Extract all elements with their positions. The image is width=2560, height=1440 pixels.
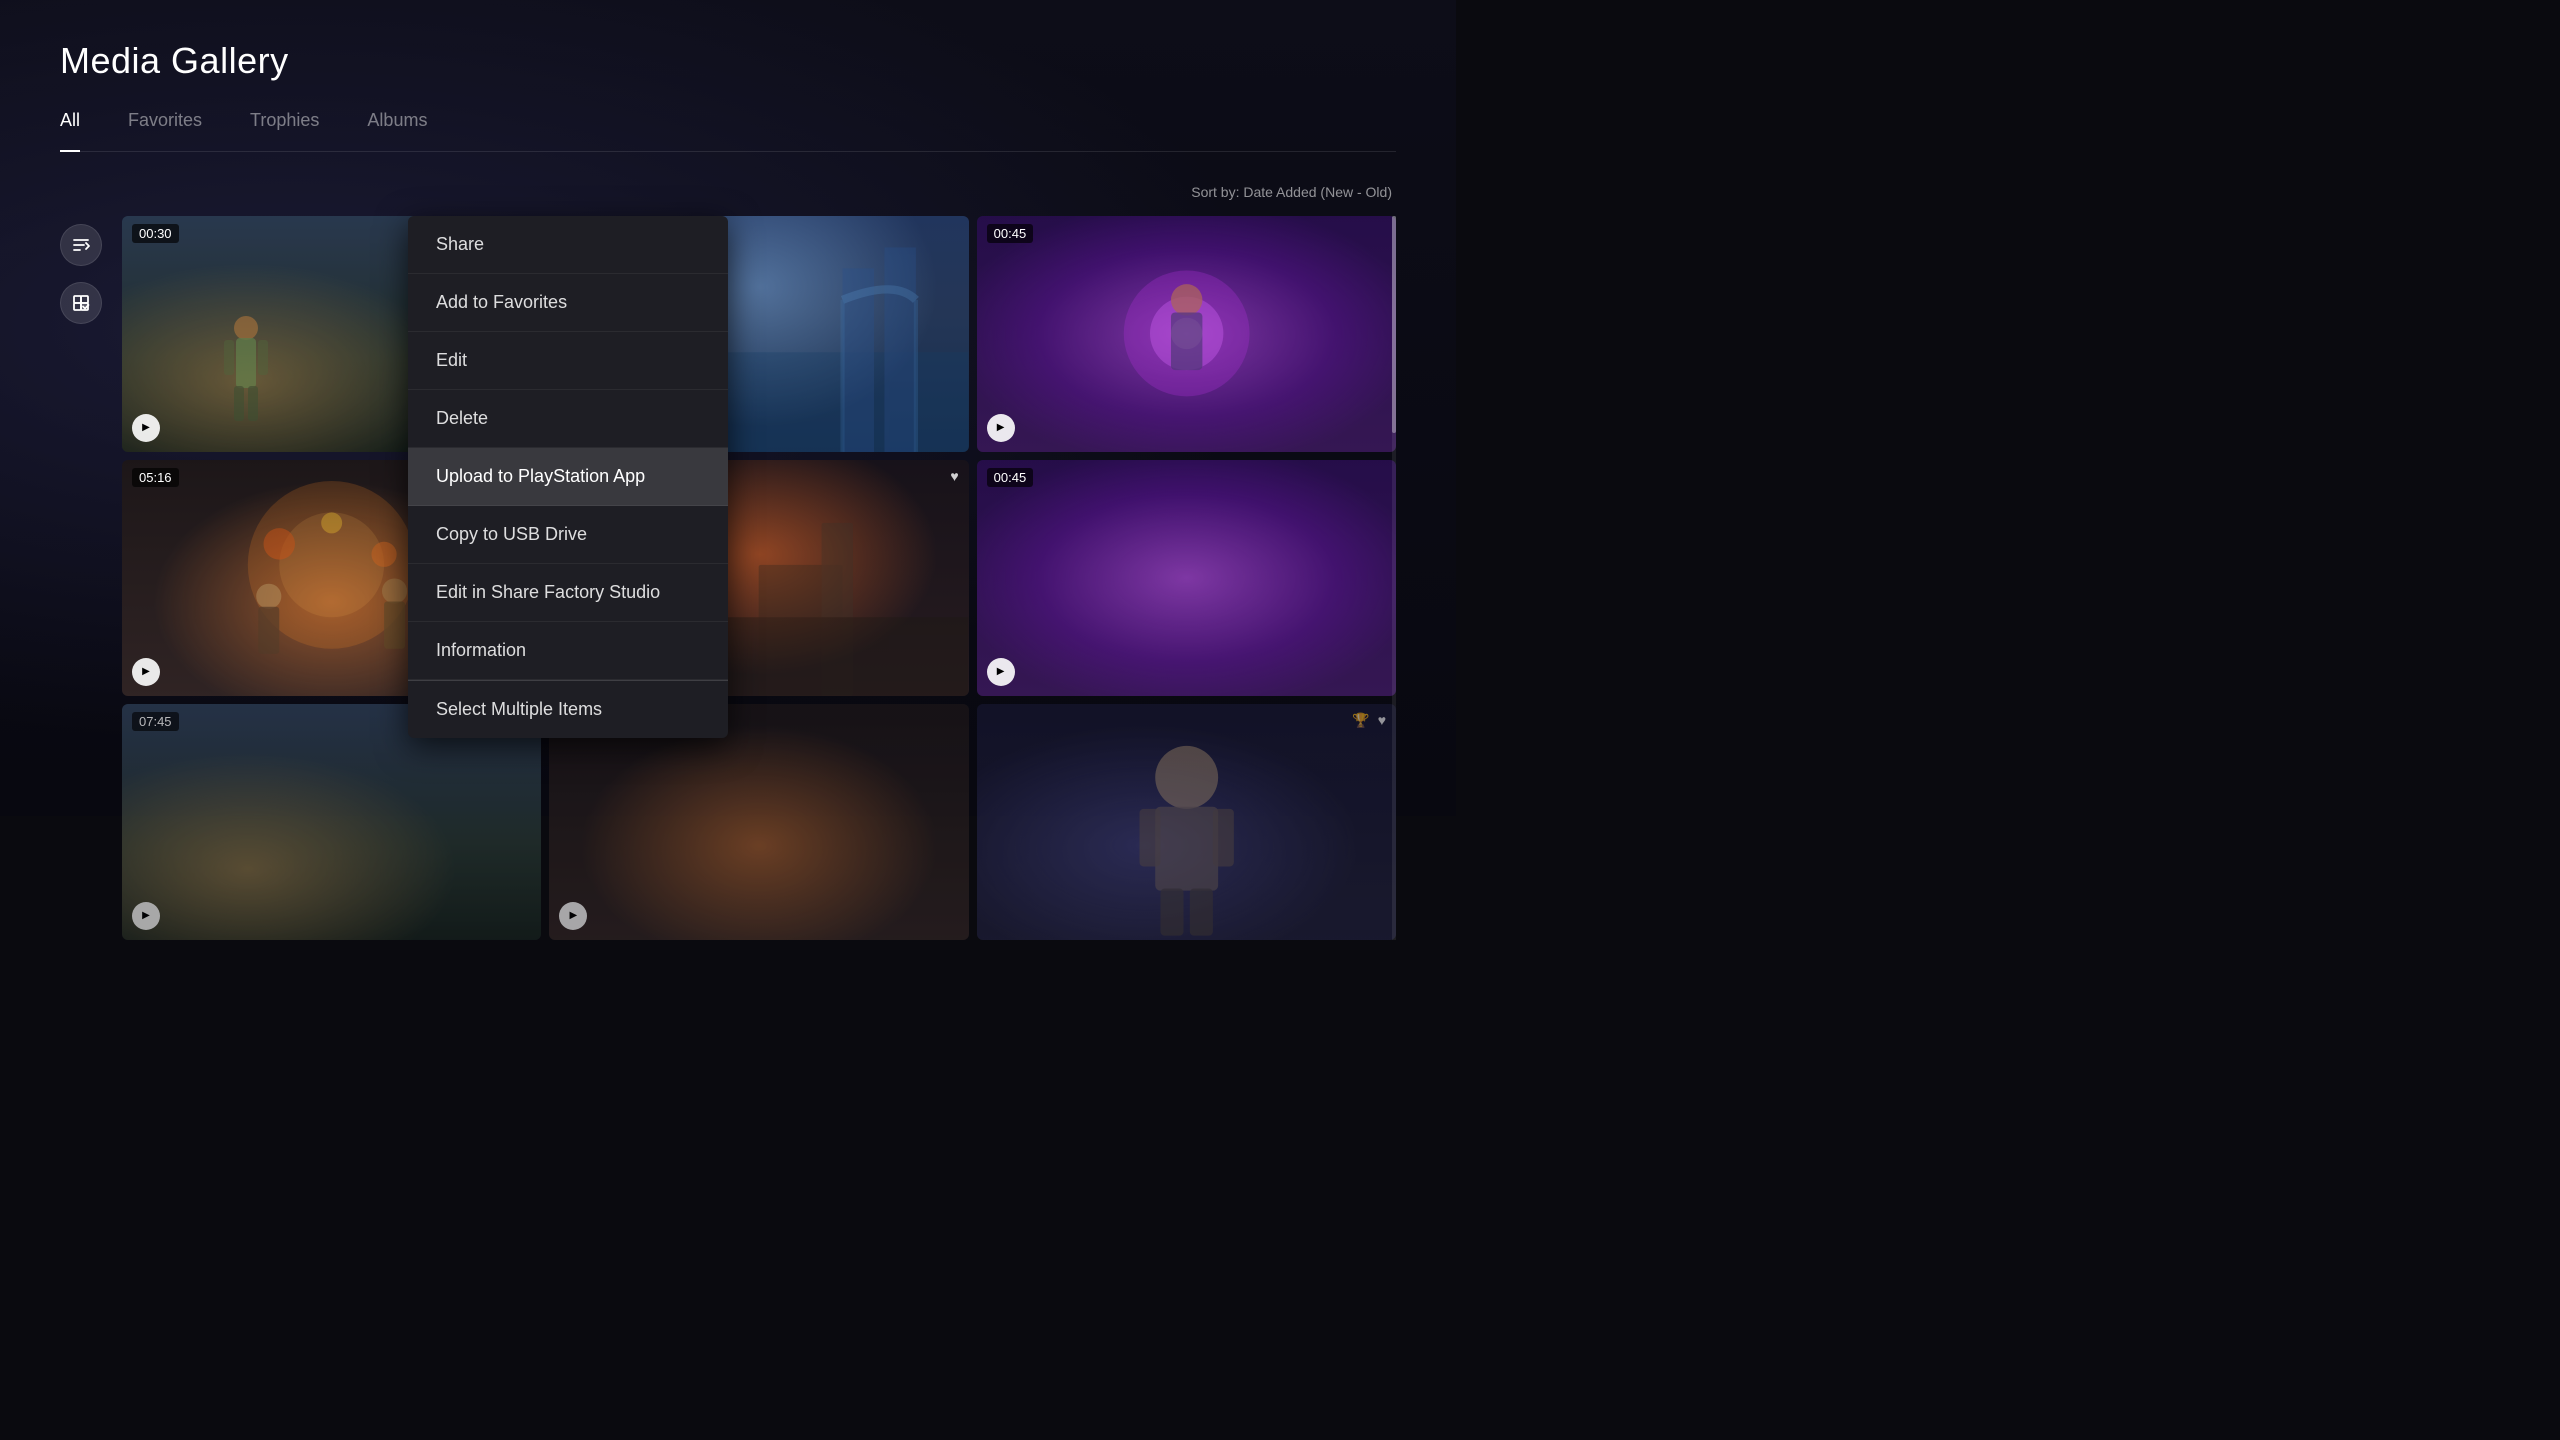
duration-badge-7: 07:45 <box>132 712 179 731</box>
duration-badge-6: 00:45 <box>987 468 1034 487</box>
play-button-4[interactable]: ▶ <box>132 658 160 686</box>
play-button-1[interactable]: ▶ <box>132 414 160 442</box>
tab-albums[interactable]: Albums <box>367 110 427 139</box>
duration-badge-1: 00:30 <box>132 224 179 243</box>
tab-favorites[interactable]: Favorites <box>128 110 202 139</box>
content-area: 00:30 🏆 ▶ <box>60 216 1396 940</box>
media-item-6[interactable]: 00:45 ▶ <box>977 460 1396 696</box>
tab-all[interactable]: All <box>60 110 80 139</box>
play-button-7[interactable]: ▶ <box>132 902 160 930</box>
trophy-icon-9: 🏆 <box>1352 712 1369 729</box>
duration-badge-4: 05:16 <box>132 468 179 487</box>
thumbnail-scene <box>549 704 968 940</box>
menu-item-share[interactable]: Share <box>408 216 728 274</box>
select-button[interactable] <box>60 282 102 324</box>
menu-item-information[interactable]: Information <box>408 622 728 680</box>
scrollbar[interactable] <box>1392 216 1396 940</box>
tabs-row: All Favorites Trophies Albums <box>60 110 1396 152</box>
main-container: Media Gallery All Favorites Trophies Alb… <box>0 0 1456 940</box>
play-button-3[interactable]: ▶ <box>987 414 1015 442</box>
menu-item-add-to-favorites[interactable]: Add to Favorites <box>408 274 728 332</box>
sort-icon <box>71 235 91 255</box>
play-button-8[interactable]: ▶ <box>559 902 587 930</box>
select-icon <box>71 293 91 313</box>
play-button-6[interactable]: ▶ <box>987 658 1015 686</box>
tab-trophies[interactable]: Trophies <box>250 110 319 139</box>
page-title: Media Gallery <box>60 40 1396 82</box>
media-icons-5: ♥ <box>950 468 958 484</box>
person-silhouette <box>977 704 1396 940</box>
menu-item-copy-usb[interactable]: Copy to USB Drive <box>408 506 728 564</box>
duration-badge-3: 00:45 <box>987 224 1034 243</box>
menu-item-delete[interactable]: Delete <box>408 390 728 448</box>
sort-bar: Sort by: Date Added (New - Old) <box>60 184 1396 200</box>
sidebar-icons <box>60 216 102 940</box>
media-item-8[interactable]: 10:00 ▶ <box>549 704 968 940</box>
sort-button[interactable] <box>60 224 102 266</box>
thumbnail-scene <box>977 460 1396 696</box>
sort-label: Sort by: Date Added (New - Old) <box>1191 184 1392 200</box>
menu-item-edit-share-factory[interactable]: Edit in Share Factory Studio <box>408 564 728 622</box>
media-item-9[interactable]: 🏆 ♥ <box>977 704 1396 940</box>
menu-item-edit[interactable]: Edit <box>408 332 728 390</box>
thumbnail-scene <box>122 704 541 940</box>
menu-item-upload-ps-app[interactable]: Upload to PlayStation App <box>408 448 728 506</box>
heart-icon-5: ♥ <box>950 468 958 484</box>
media-grid: 00:30 🏆 ▶ <box>122 216 1396 940</box>
character-silhouette <box>206 308 286 428</box>
menu-item-select-multiple[interactable]: Select Multiple Items <box>408 680 728 738</box>
heart-icon-9: ♥ <box>1378 712 1386 729</box>
media-item-7[interactable]: 07:45 ▶ <box>122 704 541 940</box>
energy-silhouette <box>977 216 1396 452</box>
scrollbar-thumb[interactable] <box>1392 216 1396 433</box>
context-menu: Share Add to Favorites Edit Delete Uploa… <box>408 216 728 738</box>
media-icons-9: 🏆 ♥ <box>1352 712 1386 729</box>
media-item-3[interactable]: 00:45 ▶ <box>977 216 1396 452</box>
